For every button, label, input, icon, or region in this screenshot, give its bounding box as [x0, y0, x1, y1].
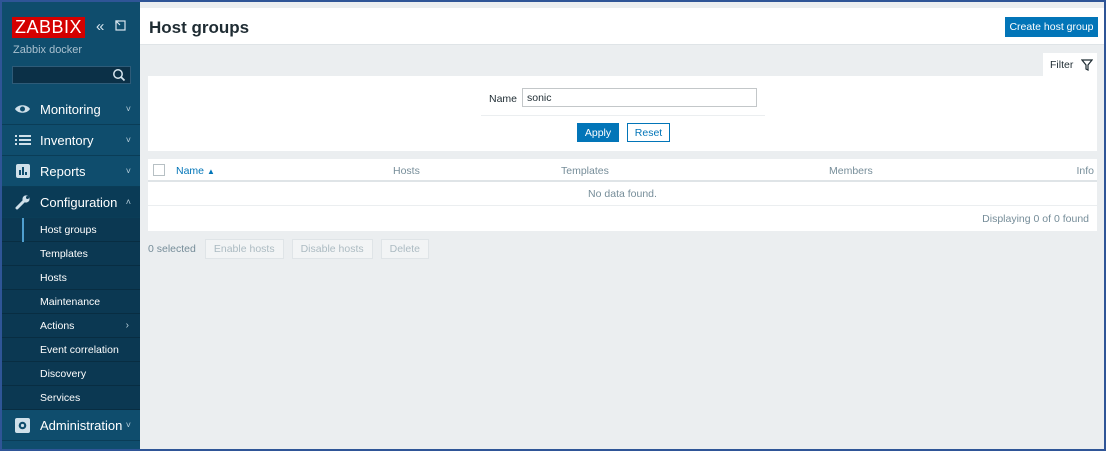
filter-tab[interactable]: Filter [1043, 53, 1097, 77]
mass-actions: 0 selected Enable hosts Disable hosts De… [148, 239, 437, 259]
sidebar-search [12, 66, 131, 84]
filter-tab-label: Filter [1050, 59, 1074, 71]
column-info: Info [1076, 165, 1094, 177]
paging-summary: Displaying 0 of 0 found [982, 213, 1089, 225]
disable-hosts-button[interactable]: Disable hosts [291, 239, 373, 259]
server-name: Zabbix docker [13, 44, 83, 56]
menu-administration[interactable]: Administration ˅ [2, 410, 140, 441]
filter-name-label: Name [489, 93, 518, 105]
apply-button[interactable]: Apply [577, 123, 619, 142]
submenu-event-correlation[interactable]: Event correlation [2, 338, 140, 362]
select-all-checkbox[interactable] [153, 164, 165, 176]
menu-reports[interactable]: Reports ˅ [2, 156, 140, 187]
column-name-label: Name [176, 165, 205, 177]
create-host-group-button[interactable]: Create host group [1005, 17, 1098, 37]
column-hosts: Hosts [393, 165, 420, 177]
submenu-host-groups[interactable]: Host groups [2, 218, 140, 242]
chevron-down-icon: ˅ [125, 166, 131, 176]
chevron-right-icon: › [125, 320, 129, 331]
host-groups-table: Name ▲ Hosts Templates Members Info No d… [148, 159, 1097, 231]
chevron-down-icon: ˅ [125, 104, 131, 114]
funnel-icon [1081, 59, 1094, 71]
app-frame: ZABBIX « Zabbix docker Monitoring ˅ Inve… [0, 0, 1106, 451]
submenu-maintenance[interactable]: Maintenance [2, 290, 140, 314]
double-chevron-left-icon[interactable]: « [96, 18, 104, 35]
main-menu: Monitoring ˅ Inventory ˅ Reports ˅ Confi… [2, 94, 140, 441]
sort-ascending-icon: ▲ [206, 167, 215, 176]
bar-chart-icon [14, 163, 31, 180]
chevron-down-icon: ˅ [125, 420, 131, 430]
window-expand-icon[interactable] [114, 18, 126, 35]
page-header: Host groups Create host group [140, 8, 1104, 45]
sidebar-tools: « [96, 18, 132, 35]
menu-inventory-label: Inventory [40, 132, 94, 148]
submenu-discovery[interactable]: Discovery [2, 362, 140, 386]
submenu-templates[interactable]: Templates [2, 242, 140, 266]
menu-administration-label: Administration [40, 417, 123, 433]
selected-count: 0 selected [148, 243, 196, 255]
chevron-down-icon: ˅ [125, 135, 131, 145]
zabbix-logo[interactable]: ZABBIX [12, 17, 86, 38]
enable-hosts-button[interactable]: Enable hosts [204, 239, 284, 259]
filter-panel: Name Apply Reset [148, 76, 1097, 151]
menu-configuration[interactable]: Configuration ˄ [2, 187, 140, 218]
column-members: Members [829, 165, 873, 177]
eye-icon [14, 101, 31, 118]
delete-button[interactable]: Delete [380, 239, 429, 259]
menu-configuration-label: Configuration [40, 194, 118, 210]
column-name[interactable]: Name ▲ [176, 165, 215, 177]
submenu-services[interactable]: Services [2, 386, 140, 410]
menu-reports-label: Reports [40, 163, 86, 179]
filter-name-input[interactable] [522, 88, 757, 107]
menu-inventory[interactable]: Inventory ˅ [2, 125, 140, 156]
wrench-icon [14, 194, 31, 211]
configuration-submenu: Host groups Templates Hosts Maintenance … [2, 218, 140, 410]
submenu-hosts[interactable]: Hosts [2, 266, 140, 290]
sidebar: ZABBIX « Zabbix docker Monitoring ˅ Inve… [2, 2, 140, 449]
chevron-up-icon: ˄ [125, 197, 131, 207]
search-icon[interactable] [112, 68, 126, 82]
menu-monitoring[interactable]: Monitoring ˅ [2, 94, 140, 125]
list-icon [14, 132, 31, 149]
filter-name-row: Name [481, 88, 765, 116]
submenu-actions-label: Actions [40, 320, 75, 332]
table-header: Name ▲ Hosts Templates Members Info [148, 159, 1097, 182]
empty-table-message: No data found. [148, 182, 1097, 206]
menu-monitoring-label: Monitoring [40, 101, 101, 117]
reset-button[interactable]: Reset [627, 123, 670, 142]
submenu-actions[interactable]: Actions › [2, 314, 140, 338]
column-templates: Templates [561, 165, 609, 177]
page-title: Host groups [149, 18, 250, 37]
gear-icon [14, 417, 31, 434]
